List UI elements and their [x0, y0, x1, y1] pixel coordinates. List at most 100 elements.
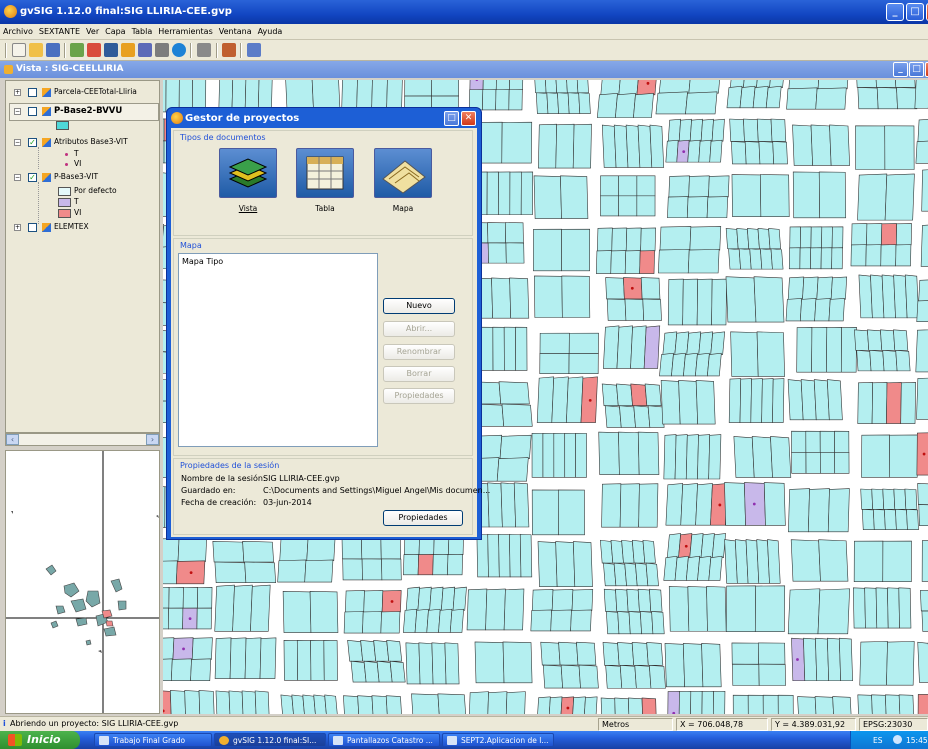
layer-icon [42, 107, 51, 116]
scroll-right-icon[interactable]: › [146, 434, 159, 445]
taskbar-item[interactable]: Trabajo Final Grado [94, 733, 212, 747]
info-icon[interactable] [138, 43, 152, 57]
layer-name[interactable]: P-Base2-BVVU [54, 106, 122, 118]
documents-list[interactable]: Mapa Tipo [178, 253, 378, 447]
session-properties-button[interactable]: Propiedades [383, 510, 463, 526]
layer-visibility-checkbox[interactable]: ✓ [28, 173, 37, 182]
menu-herramientas[interactable]: Herramientas [155, 24, 216, 36]
map-parcel [706, 586, 727, 632]
layer-visibility-checkbox[interactable] [28, 107, 37, 116]
map-parcel [557, 92, 570, 114]
menu-ventana[interactable]: Ventana [216, 24, 255, 36]
layer-name[interactable]: Parcela-CEETotal-Lliria [54, 87, 137, 99]
map-parcel [363, 660, 380, 683]
vista-minimize-button[interactable]: _ [893, 62, 908, 77]
map-parcel [647, 405, 665, 428]
tabla-icon[interactable] [296, 148, 354, 198]
map-parcel [889, 434, 918, 478]
start-button[interactable]: Inicio [0, 731, 80, 749]
menu-capa[interactable]: Capa [102, 24, 128, 36]
document-icon [333, 736, 343, 745]
sextante-icon[interactable] [222, 43, 236, 57]
collapse-icon[interactable]: − [14, 139, 21, 146]
scroll-left-icon[interactable]: ‹ [6, 434, 19, 445]
map-parcel [606, 611, 620, 635]
measure-icon[interactable] [197, 43, 211, 57]
menu-archivo[interactable]: Archivo [0, 24, 36, 36]
language-indicator[interactable]: ES [873, 736, 883, 745]
help-icon[interactable] [172, 43, 186, 57]
map-parcel [663, 434, 677, 480]
map-parcel [417, 586, 432, 611]
map-point-symbol [646, 81, 650, 85]
borrar-button[interactable]: Borrar [383, 366, 455, 382]
expand-icon[interactable]: + [14, 224, 21, 231]
map-point-symbol [182, 647, 185, 651]
vista-icon[interactable] [219, 148, 277, 198]
propiedades-doc-button[interactable]: Propiedades [383, 388, 455, 404]
renombrar-button[interactable]: Renombrar [383, 344, 455, 360]
map-parcel [667, 278, 684, 326]
map-point-symbol [630, 286, 634, 290]
map-parcel [733, 436, 755, 478]
map-parcel [792, 171, 821, 219]
layer-visibility-checkbox[interactable] [28, 88, 37, 97]
map-parcel [279, 538, 309, 562]
menu-ver[interactable]: Ver [83, 24, 102, 36]
map-parcel [827, 488, 850, 533]
dialog-close-button[interactable]: ✕ [461, 111, 476, 126]
dialog-maximize-button[interactable]: □ [444, 111, 459, 126]
layer-visibility-checkbox[interactable]: ✓ [28, 138, 37, 147]
open-project-icon[interactable] [29, 43, 43, 57]
taskbar-item[interactable]: gvSIG 1.12.0 final:SI... [214, 733, 326, 747]
taskbar-item[interactable]: Pantallazos Catastro ... [328, 733, 440, 747]
layer-visibility-checkbox[interactable] [28, 223, 37, 232]
remove-layer-icon[interactable] [87, 43, 101, 57]
status-message: Abriendo un proyecto: SIG LLIRIA-CEE.gvp [10, 719, 179, 728]
nuevo-button[interactable]: Nuevo [383, 298, 455, 314]
map-parcel [918, 504, 928, 526]
table-icon[interactable] [155, 43, 169, 57]
menu-tabla[interactable]: Tabla [129, 24, 156, 36]
map-parcel [708, 175, 730, 198]
add-layer-icon[interactable] [70, 43, 84, 57]
network-icon[interactable] [893, 735, 902, 744]
map-parcel [600, 80, 621, 96]
locator-map[interactable] [5, 450, 160, 714]
map-parcel [566, 80, 579, 94]
minimize-button[interactable]: _ [886, 3, 904, 21]
list-item[interactable]: Mapa Tipo [182, 257, 374, 266]
map-parcel [619, 405, 636, 428]
save-project-icon[interactable] [46, 43, 60, 57]
layout-icon[interactable] [247, 43, 261, 57]
toc-horizontal-scrollbar[interactable]: ‹ › [5, 433, 160, 446]
new-project-icon[interactable] [12, 43, 26, 57]
map-parcel [385, 695, 402, 714]
map-parcel [615, 93, 636, 118]
expand-icon[interactable]: + [14, 89, 21, 96]
mapa-icon[interactable] [374, 148, 432, 198]
menu-sextante[interactable]: SEXTANTE [36, 24, 83, 36]
map-parcel [761, 378, 774, 423]
map-parcel [744, 141, 761, 165]
collapse-icon[interactable]: − [14, 108, 21, 115]
taskbar-item[interactable]: SEPT2.Aplicacion de l... [442, 733, 554, 747]
map-parcel [918, 279, 928, 302]
catalog-icon[interactable] [104, 43, 118, 57]
map-parcel [880, 329, 896, 351]
layer-name[interactable]: ELEMTEX [54, 222, 89, 234]
maximize-button[interactable]: □ [906, 3, 924, 21]
layer-name[interactable]: P-Base3-VIT [54, 172, 98, 184]
zoom-icon[interactable] [121, 43, 135, 57]
map-parcel [713, 690, 726, 714]
menu-ayuda[interactable]: Ayuda [255, 24, 286, 36]
vista-maximize-button[interactable]: □ [909, 62, 924, 77]
layer-name[interactable]: Atributos Base3-VIT [54, 137, 128, 149]
abrir-button[interactable]: Abrir... [383, 321, 455, 337]
collapse-icon[interactable]: − [14, 174, 21, 181]
map-parcel [363, 590, 384, 613]
map-parcel [698, 331, 714, 355]
map-parcel [867, 329, 883, 351]
vista-frame-icon [4, 65, 13, 74]
map-parcel [572, 123, 592, 169]
